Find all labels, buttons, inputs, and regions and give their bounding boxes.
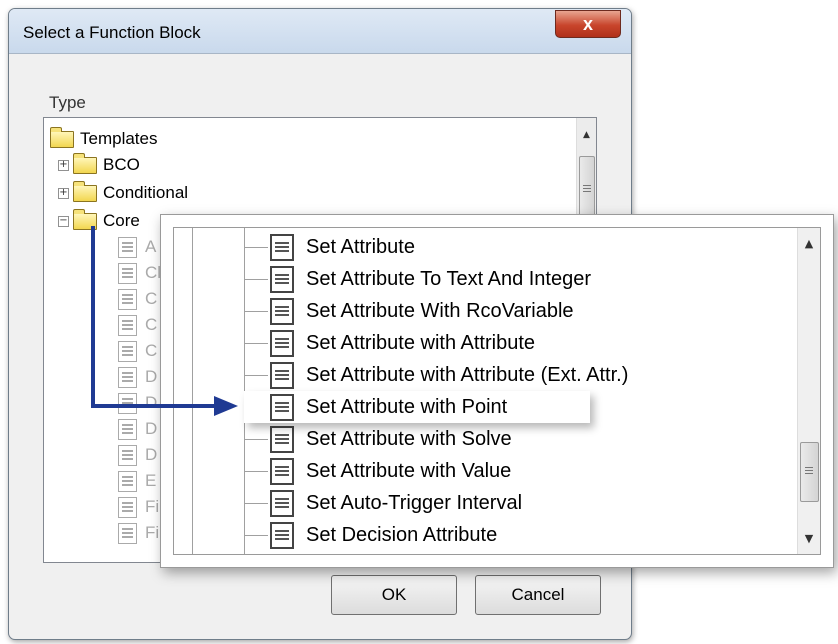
folder-icon <box>73 208 97 230</box>
function-block-icon <box>118 340 137 362</box>
function-block-icon <box>270 457 294 485</box>
folder-icon <box>73 152 97 174</box>
dialog-title: Select a Function Block <box>23 23 201 42</box>
function-block-icon <box>270 393 294 421</box>
function-item[interactable]: Set Attribute <box>270 231 415 263</box>
folder-icon <box>73 180 97 202</box>
tree-node-templates[interactable]: Templates <box>50 126 157 152</box>
function-item[interactable]: Set Attribute with Attribute <box>270 327 535 359</box>
function-block-icon <box>118 496 137 518</box>
cancel-button[interactable]: Cancel <box>475 575 601 615</box>
zoomed-list[interactable]: Set Attribute Set Attribute To Text And … <box>173 227 821 555</box>
zoomed-scrollbar[interactable]: ▲ ▼ <box>797 228 820 554</box>
tree-node-conditional[interactable]: + Conditional <box>58 180 188 206</box>
collapse-icon[interactable]: − <box>58 215 69 227</box>
function-block-icon <box>118 314 137 336</box>
function-item[interactable]: Set Attribute With RcoVariable <box>270 295 574 327</box>
scroll-up-icon[interactable]: ▲ <box>798 234 820 253</box>
function-block-icon <box>270 297 294 325</box>
tree-node-label: BCO <box>103 155 140 174</box>
function-block-icon <box>118 262 137 284</box>
folder-icon <box>50 126 74 148</box>
tree-node-label: Core <box>103 211 140 230</box>
function-block-icon <box>118 444 137 466</box>
tree-leaf[interactable]: Cl <box>118 260 161 286</box>
function-block-icon <box>270 329 294 357</box>
tree-leaf[interactable]: E <box>118 468 156 494</box>
tree-leaf[interactable]: D <box>118 390 157 416</box>
function-block-icon <box>270 521 294 549</box>
tree-node-bco[interactable]: + BCO <box>58 152 140 178</box>
type-label: Type <box>49 93 86 112</box>
function-block-icon <box>270 233 294 261</box>
tree-leaf[interactable]: Fi <box>118 494 159 520</box>
function-item[interactable]: Set Attribute To Text And Integer <box>270 263 591 295</box>
function-block-icon <box>270 425 294 453</box>
function-block-icon <box>118 522 137 544</box>
function-block-icon <box>118 392 137 414</box>
function-block-icon <box>118 366 137 388</box>
ok-button[interactable]: OK <box>331 575 457 615</box>
scroll-thumb[interactable] <box>800 442 819 502</box>
function-block-icon <box>118 236 137 258</box>
function-block-icon <box>270 265 294 293</box>
close-button[interactable]: x <box>555 10 621 38</box>
function-block-icon <box>270 361 294 389</box>
tree-node-core[interactable]: − Core <box>58 208 140 234</box>
function-item[interactable]: Set Attribute with Attribute (Ext. Attr.… <box>270 359 628 391</box>
function-block-icon <box>118 418 137 440</box>
tree-leaf[interactable]: A <box>118 234 156 260</box>
function-block-icon <box>118 470 137 492</box>
tree-node-label: Conditional <box>103 183 189 202</box>
tree-leaf[interactable]: C <box>118 312 157 338</box>
expand-icon[interactable]: + <box>58 159 69 171</box>
function-block-icon <box>118 288 137 310</box>
tree-leaf[interactable]: D <box>118 442 157 468</box>
tree-leaf[interactable]: C <box>118 338 157 364</box>
function-item[interactable]: Set Attribute with Value <box>270 455 511 487</box>
zoomed-list-panel: Set Attribute Set Attribute To Text And … <box>160 214 834 568</box>
expand-icon[interactable]: + <box>58 187 69 199</box>
tree-leaf[interactable]: Fi <box>118 520 159 546</box>
title-bar[interactable]: Select a Function Block x <box>9 9 631 54</box>
function-item-selected[interactable]: Set Attribute with Point <box>244 391 590 423</box>
close-icon: x <box>582 14 593 34</box>
scroll-up-icon[interactable]: ▲ <box>577 126 596 145</box>
function-block-icon <box>270 489 294 517</box>
function-item[interactable]: Set Decision Attribute <box>270 519 497 551</box>
function-item[interactable]: Set Auto-Trigger Interval <box>270 487 522 519</box>
tree-leaf[interactable]: C <box>118 286 157 312</box>
tree-leaf[interactable]: D <box>118 416 157 442</box>
tree-node-label: Templates <box>80 129 158 148</box>
scroll-down-icon[interactable]: ▼ <box>798 529 820 548</box>
function-item[interactable]: Set Attribute with Solve <box>270 423 512 455</box>
tree-leaf[interactable]: D <box>118 364 157 390</box>
